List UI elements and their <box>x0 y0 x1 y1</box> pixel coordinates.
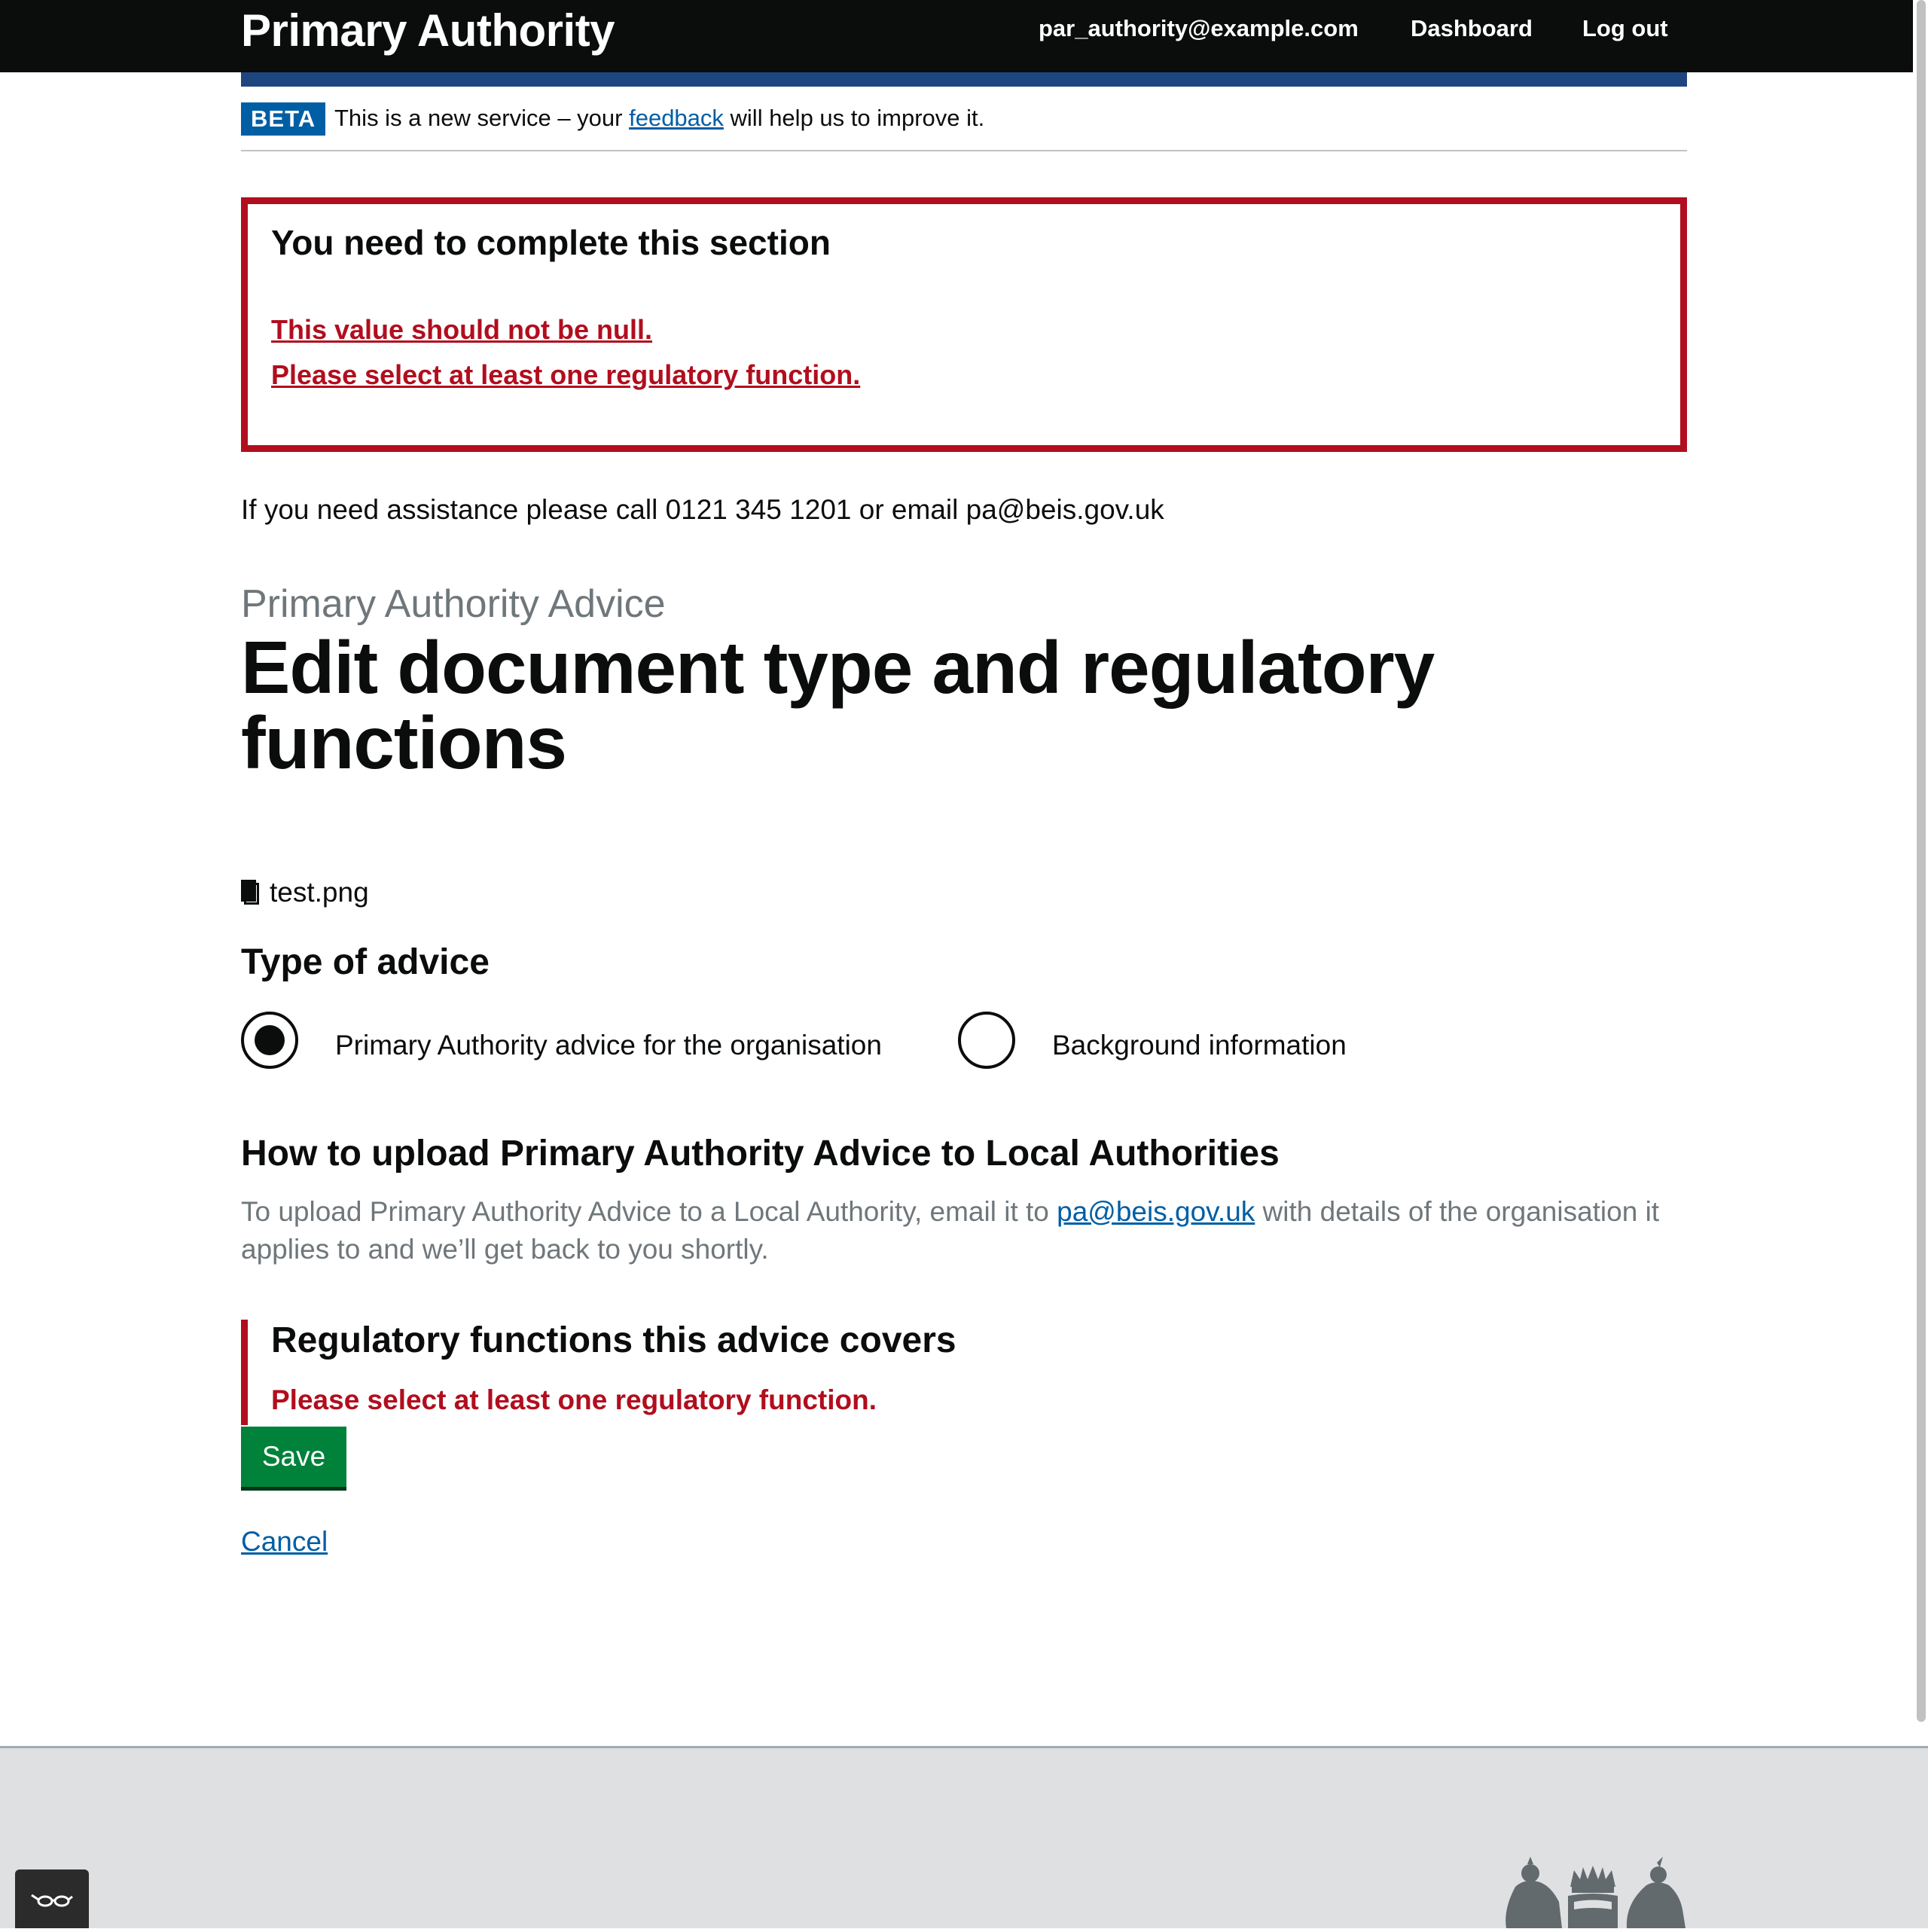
error-summary-title: You need to complete this section <box>271 223 831 262</box>
beta-text-after: will help us to improve it. <box>723 105 985 131</box>
page-title: Edit document type and regulatory functi… <box>241 626 1435 784</box>
beta-message: This is a new service – your feedback wi… <box>334 103 984 133</box>
advice-type-heading: Type of advice <box>241 942 490 982</box>
brand-logo[interactable]: Primary Authority <box>241 5 615 56</box>
accessibility-toolbar-button[interactable] <box>15 1869 89 1928</box>
cancel-link[interactable]: Cancel <box>241 1526 328 1558</box>
upload-help-heading: How to upload Primary Authority Advice t… <box>241 1134 1280 1174</box>
regulatory-functions-fieldset: Regulatory functions this advice covers … <box>241 1320 1295 1425</box>
error-summary-link[interactable]: Please select at least one regulatory fu… <box>271 359 860 391</box>
beta-tag: BETA <box>241 102 326 136</box>
header-blue-strip <box>241 72 1687 87</box>
regulatory-functions-error: Please select at least one regulatory fu… <box>271 1384 877 1415</box>
feedback-link[interactable]: feedback <box>629 105 724 131</box>
scrollbar-thumb[interactable] <box>1917 0 1926 1722</box>
beta-text-before: This is a new service – your <box>334 105 630 131</box>
radio-selected-dot <box>255 1025 285 1055</box>
radio-label-primary-authority-advice[interactable]: Primary Authority advice for the organis… <box>335 1030 882 1061</box>
royal-coat-of-arms-icon <box>1505 1857 1685 1928</box>
file-item: test.png <box>241 877 369 914</box>
nav-user-email[interactable]: par_authority@example.com <box>1039 15 1359 42</box>
error-summary-link[interactable]: This value should not be null. <box>271 314 652 346</box>
upload-text-before: To upload Primary Authority Advice to a … <box>241 1196 1057 1227</box>
site-header: Primary Authority par_authority@example.… <box>0 0 1928 72</box>
radio-label-background-information[interactable]: Background information <box>1052 1030 1347 1061</box>
nav-logout-link[interactable]: Log out <box>1582 15 1668 42</box>
document-icon <box>241 880 259 905</box>
assistance-text: If you need assistance please call 0121 … <box>241 494 1164 525</box>
radio-primary-authority-advice[interactable] <box>241 1012 298 1069</box>
support-email-link[interactable]: pa@beis.gov.uk <box>1057 1196 1255 1227</box>
file-name: test.png <box>270 877 369 908</box>
regulatory-functions-heading: Regulatory functions this advice covers <box>271 1320 956 1360</box>
save-button[interactable]: Save <box>241 1427 346 1487</box>
nav-dashboard-link[interactable]: Dashboard <box>1411 15 1533 42</box>
glasses-icon <box>31 1894 73 1907</box>
upload-help-text: To upload Primary Authority Advice to a … <box>241 1193 1687 1268</box>
radio-background-information[interactable] <box>958 1012 1015 1069</box>
error-summary: You need to complete this section This v… <box>241 197 1687 452</box>
page-caption: Primary Authority Advice <box>241 582 666 626</box>
beta-banner: BETA This is a new service – your feedba… <box>241 100 1687 151</box>
